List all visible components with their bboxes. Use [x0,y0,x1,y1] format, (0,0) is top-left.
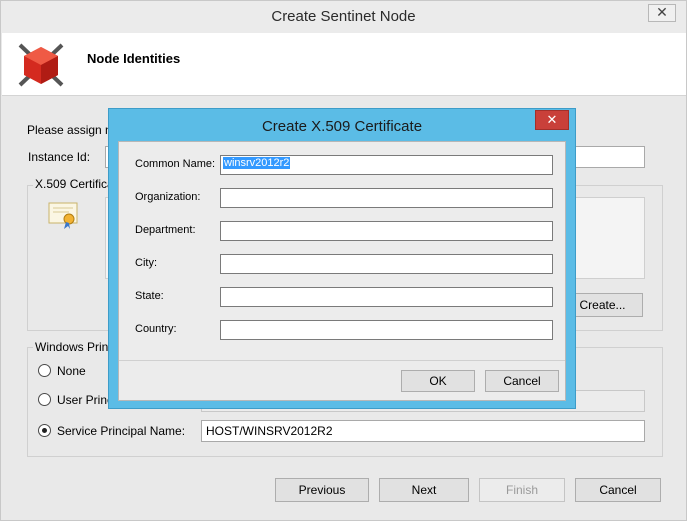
radio-user-principal[interactable] [38,393,51,406]
radio-user-principal-label: User Princ [57,393,114,407]
country-label: Country: [135,323,177,335]
city-field[interactable] [220,254,553,274]
radio-none[interactable] [38,364,51,377]
organization-field[interactable] [220,188,553,208]
intro-text: Please assign no [27,123,119,137]
common-name-label: Common Name: [135,158,216,170]
dialog-ok-button[interactable]: OK [401,370,475,392]
common-name-field[interactable]: winsrv2012r2 [220,155,553,175]
city-label: City: [135,257,157,269]
cancel-button[interactable]: Cancel [575,478,661,502]
previous-button[interactable]: Previous [275,478,369,502]
radio-none-label: None [57,364,86,378]
window-title: Create Sentinet Node [271,8,416,25]
wizard-header: Node Identities [2,33,686,96]
finish-button[interactable]: Finish [479,478,565,502]
dialog-title: Create X.509 Certificate [261,118,423,135]
create-x509-dialog: Create X.509 Certificate ✕ Common Name: … [108,108,576,409]
radio-service-principal-label: Service Principal Name: [57,424,186,438]
instance-id-label: Instance Id: [28,150,91,164]
certificate-icon [48,202,78,229]
page-title: Node Identities [87,51,181,66]
radio-service-principal[interactable] [38,424,51,437]
department-field[interactable] [220,221,553,241]
windows-group-label: Windows Princ [33,340,117,354]
window-close-button[interactable]: ✕ [648,4,676,22]
state-field[interactable] [220,287,553,307]
common-name-value: winsrv2012r2 [223,157,291,169]
dialog-separator [119,360,565,361]
dialog-content: Common Name: winsrv2012r2 Organization: … [118,141,566,401]
dialog-cancel-button[interactable]: Cancel [485,370,559,392]
service-principal-field[interactable]: HOST/WINSRV2012R2 [201,420,645,442]
x509-group-label: X.509 Certifica [33,177,116,191]
sentinet-logo-icon [18,43,64,87]
department-label: Department: [135,224,196,236]
window-titlebar[interactable]: Create Sentinet Node ✕ [1,1,686,33]
organization-label: Organization: [135,191,201,203]
state-label: State: [135,290,164,302]
next-button[interactable]: Next [379,478,469,502]
dialog-close-button[interactable]: ✕ [535,110,569,130]
country-field[interactable] [220,320,553,340]
